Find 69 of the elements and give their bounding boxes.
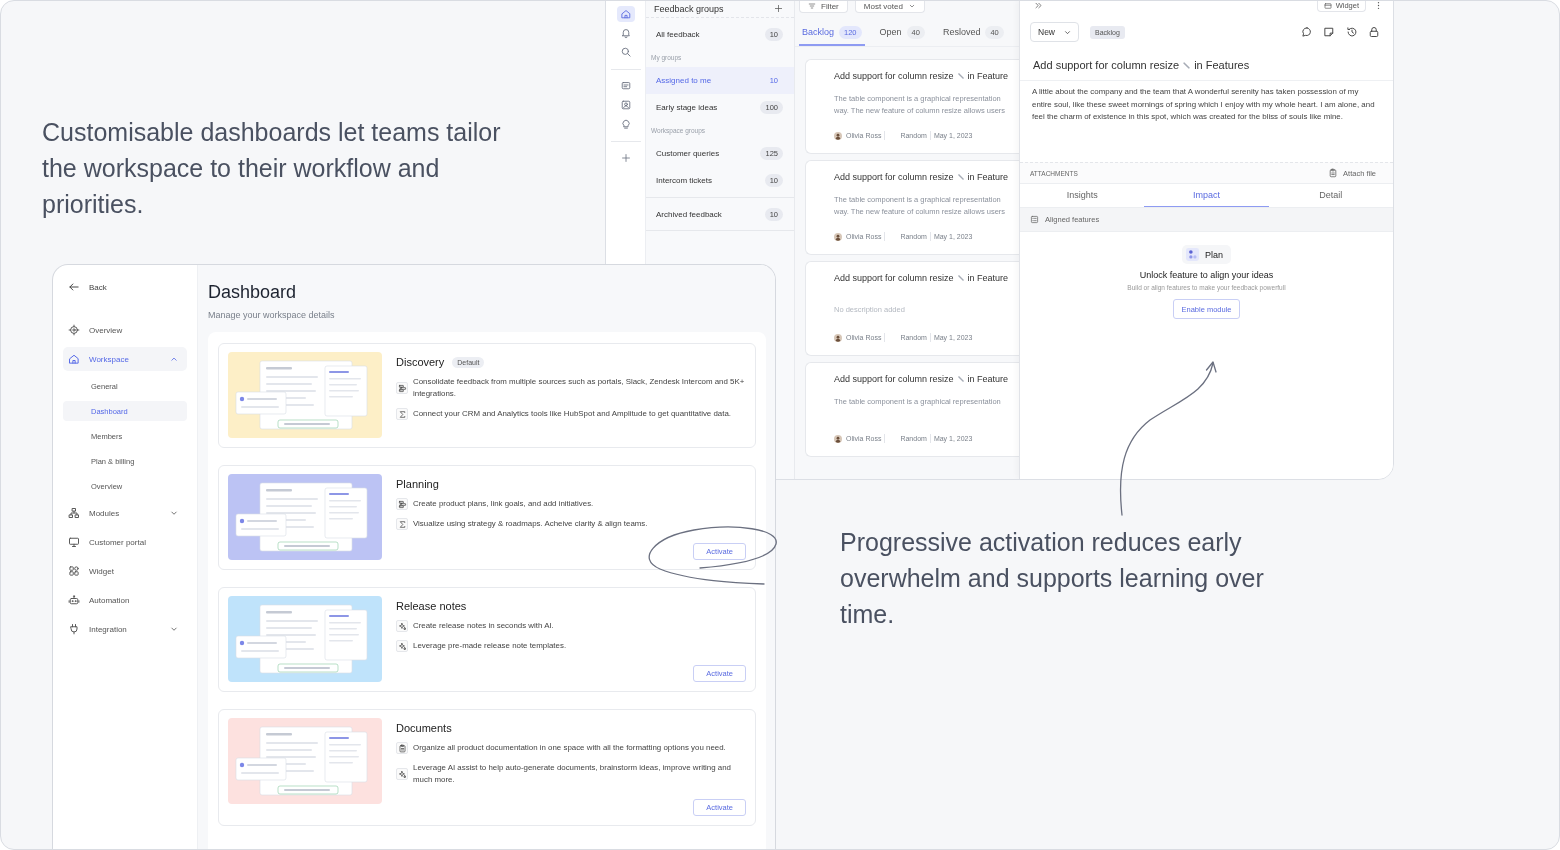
- avatar-icon: [834, 131, 842, 140]
- plan-label: Plan: [1205, 249, 1223, 260]
- sparkle-icon: [396, 768, 408, 780]
- sigma-icon: [396, 408, 408, 420]
- status-dropdown[interactable]: New: [1030, 22, 1079, 42]
- unlock-title: Unlock feature to align your ideas: [1139, 270, 1274, 280]
- nav-item[interactable]: Automation: [63, 588, 187, 612]
- nav-item[interactable]: Integration: [63, 617, 187, 641]
- stack-icon: [396, 382, 408, 394]
- panel-title: Feedback groups: [654, 3, 724, 14]
- lock-icon[interactable]: [1368, 26, 1380, 38]
- chevron-down-icon: [907, 2, 916, 10]
- plug-icon: [68, 623, 80, 635]
- card-title-suffix: in Feature: [967, 374, 1009, 384]
- filter-button[interactable]: Filter: [799, 1, 848, 13]
- monitor-icon: [68, 536, 80, 548]
- card-title-suffix: in Feature: [967, 273, 1009, 283]
- caption-text: Progressive activation reduces early overwhelm and supports learning over time.: [840, 527, 1265, 630]
- avatar-icon: [834, 232, 842, 241]
- avatar-icon: [834, 333, 842, 342]
- nav-item[interactable]: Widget: [63, 559, 187, 583]
- module-title: Documents: [396, 722, 452, 734]
- card-title-suffix: in Feature: [967, 172, 1009, 182]
- add-icon[interactable]: [774, 4, 783, 13]
- filter-icon: [808, 2, 816, 10]
- clipboard-icon: [1328, 168, 1339, 178]
- avatar-icon: [834, 434, 842, 443]
- detail-tab[interactable]: Impact: [1144, 184, 1269, 207]
- module-title: Release notes: [396, 600, 467, 612]
- home-icon[interactable]: [616, 6, 635, 22]
- detail-tab[interactable]: Insights: [1020, 184, 1145, 207]
- double-chevron-icon[interactable]: [1034, 1, 1043, 10]
- nav-item[interactable]: Overview: [63, 318, 187, 342]
- card-title-suffix: in Feature: [967, 71, 1009, 81]
- note-icon[interactable]: [1323, 26, 1335, 38]
- back-arrow-icon: [68, 281, 80, 293]
- home-icon: [68, 353, 80, 365]
- nav-item[interactable]: Modules: [63, 501, 187, 525]
- page-subtitle: Manage your workspace details: [208, 310, 336, 321]
- widget-grid-icon: [68, 565, 80, 577]
- card-title: Add support for column resize: [834, 71, 954, 81]
- caption-text: Customisable dashboards let teams tailor the workspace to their workflow and priorities.: [42, 117, 502, 220]
- clipboard-icon: [396, 742, 408, 754]
- target-icon: [68, 324, 80, 336]
- stack-icon: [396, 498, 408, 510]
- list-icon: [1030, 215, 1039, 224]
- page-title: Dashboard: [208, 282, 298, 302]
- sparkle-icon: [396, 620, 408, 632]
- detail-tab[interactable]: Detail: [1268, 184, 1393, 207]
- sparkle-icon: [396, 640, 408, 652]
- back-link[interactable]: Back: [63, 279, 187, 295]
- plan-icon: [1186, 248, 1199, 261]
- nav-item[interactable]: Workspace: [63, 347, 187, 371]
- nav-item[interactable]: Customer portal: [63, 530, 187, 554]
- history-icon[interactable]: [1345, 26, 1358, 38]
- detail-title: Add support for column resize: [1033, 59, 1180, 71]
- hierarchy-icon: [68, 507, 80, 519]
- detail-title-suffix: in Features: [1194, 59, 1250, 71]
- module-title: Discovery: [396, 356, 445, 368]
- sigma-icon: [396, 518, 408, 530]
- card-title: Add support for column resize: [834, 172, 954, 182]
- card-title: Add support for column resize: [834, 374, 954, 384]
- sort-dropdown[interactable]: Most voted: [854, 1, 925, 13]
- add-icon[interactable]: [620, 153, 631, 163]
- card-title: Add support for column resize: [834, 273, 954, 283]
- module-title: Planning: [396, 478, 439, 490]
- comment-icon[interactable]: [1300, 26, 1313, 38]
- robot-icon: [68, 594, 80, 606]
- window-icon: [1323, 1, 1332, 10]
